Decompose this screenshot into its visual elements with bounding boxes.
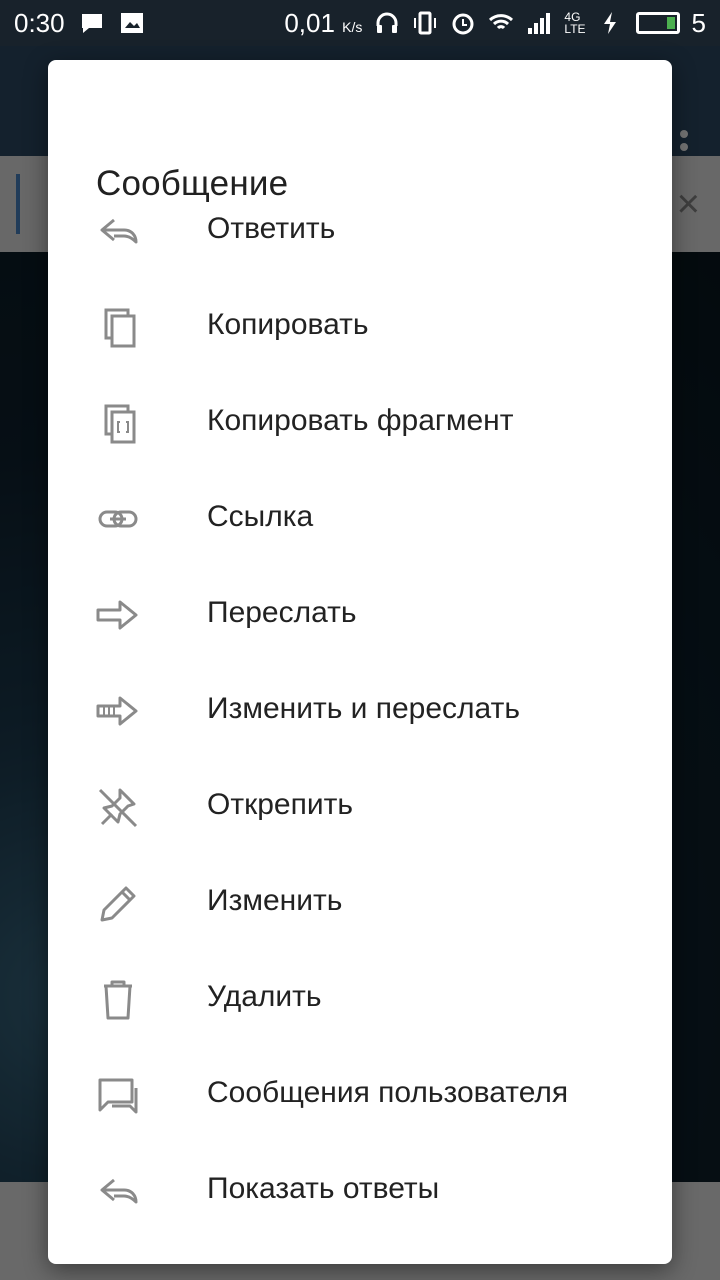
menu-item-5[interactable]: Переслать xyxy=(48,566,672,662)
menu-item-11[interactable]: Показать ответы xyxy=(48,1142,672,1238)
menu-item-3[interactable]: Копировать фрагмент xyxy=(48,374,672,470)
menu-item-6[interactable]: Изменить и переслать xyxy=(48,662,672,758)
link-icon xyxy=(94,496,142,544)
menu-item-7[interactable]: Открепить xyxy=(48,758,672,854)
actions-menu: Ответить Копировать Копировать фрагмент Ссы… xyxy=(48,182,672,1238)
menu-item-4[interactable]: Ссылка xyxy=(48,470,672,566)
menu-item-label: Удалить xyxy=(207,980,322,1013)
menu-item-1[interactable]: Ответить xyxy=(48,182,672,278)
battery-icon xyxy=(635,12,680,34)
wifi-icon xyxy=(488,10,514,36)
menu-item-label: Сообщения пользователя xyxy=(207,1076,569,1109)
copy-fragment-icon xyxy=(94,400,142,448)
menu-item-label: Ответить xyxy=(207,212,336,245)
battery-level: 5 xyxy=(691,7,706,38)
menu-item-label: Открепить xyxy=(207,788,353,821)
image-notification-icon xyxy=(119,10,145,36)
reply-icon xyxy=(94,1168,142,1216)
menu-item-8[interactable]: Изменить xyxy=(48,854,672,950)
headphones-icon xyxy=(374,10,400,36)
forward-icon xyxy=(94,592,142,640)
signal-icon xyxy=(526,10,552,36)
pencil-icon xyxy=(94,880,142,928)
menu-item-2[interactable]: Копировать xyxy=(48,278,672,374)
message-actions-dialog: Сообщение Ответить Копировать Копировать ф… xyxy=(48,60,672,1264)
menu-item-label: Переслать xyxy=(207,596,357,629)
menu-item-9[interactable]: Удалить xyxy=(48,950,672,1046)
menu-item-label: Копировать xyxy=(207,308,369,341)
unpin-icon xyxy=(94,784,142,832)
menu-item-label: Изменить и переслать xyxy=(207,692,520,725)
copy-icon xyxy=(94,304,142,352)
vibrate-icon xyxy=(412,10,438,36)
menu-item-label: Показать ответы xyxy=(207,1172,440,1205)
trash-icon xyxy=(94,976,142,1024)
reply-icon xyxy=(94,208,142,256)
alarm-icon xyxy=(450,10,476,36)
menu-item-10[interactable]: Сообщения пользователя xyxy=(48,1046,672,1142)
network-type: 4G LTE xyxy=(564,10,586,36)
chat-notification-icon xyxy=(79,10,105,36)
charging-icon xyxy=(598,10,624,36)
status-bar: 0:30 0,01 K/s 4G LTE 5 xyxy=(0,0,720,46)
edit-forward-icon xyxy=(94,688,142,736)
network-speed: 0,01 K/s xyxy=(284,7,363,38)
user-messages-icon xyxy=(94,1072,142,1120)
menu-item-label: Изменить xyxy=(207,884,343,917)
status-time: 0:30 xyxy=(14,7,65,38)
menu-item-label: Копировать фрагмент xyxy=(207,404,514,437)
menu-item-label: Ссылка xyxy=(207,500,314,533)
